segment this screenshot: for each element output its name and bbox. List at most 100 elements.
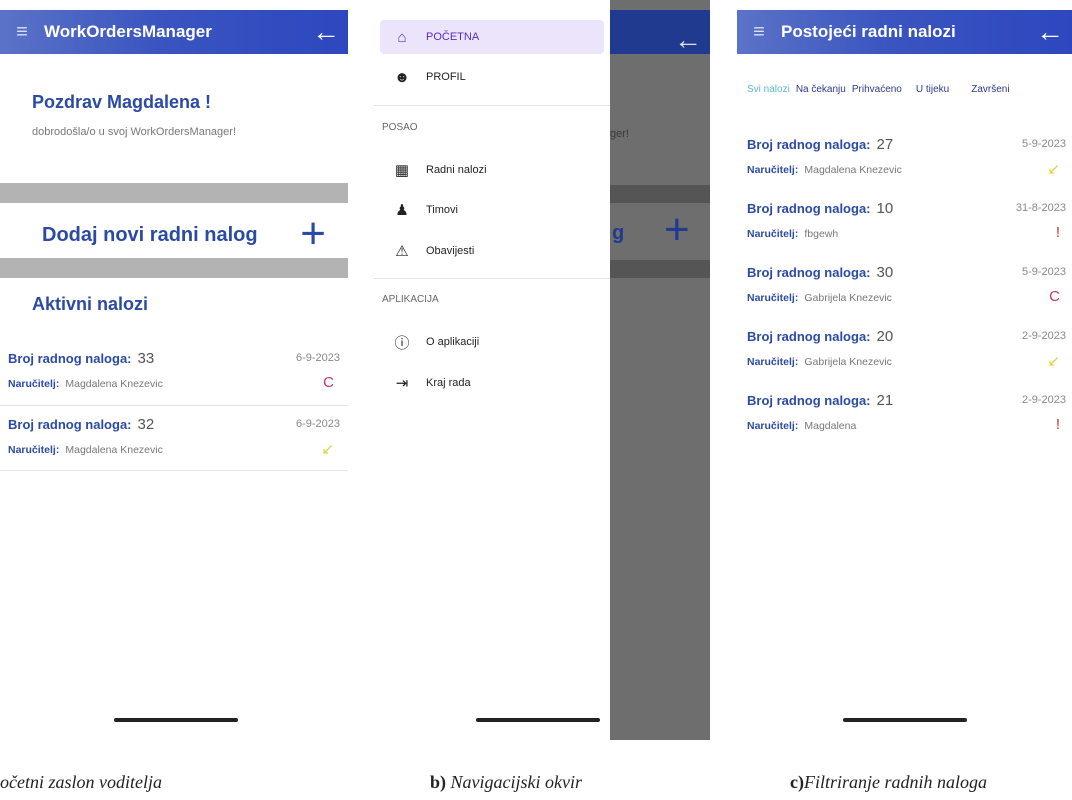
- tab-prihvaceno[interactable]: Prihvaćeno: [852, 84, 902, 95]
- alarm-icon: ⚠: [395, 243, 409, 260]
- order-number: 32: [137, 416, 155, 433]
- menu-icon[interactable]: ≡: [0, 21, 44, 44]
- order-number-label: Broj radnog naloga:: [747, 201, 871, 216]
- client-name: Gabrijela Knezevic: [804, 356, 892, 368]
- account-icon: ☻: [394, 68, 410, 86]
- filter-tabs: Svi nalozi Na čekanju Prihvaćeno U tijek…: [747, 84, 1072, 95]
- in-progress-icon: C: [1049, 288, 1060, 305]
- accepted-arrow-icon: ↙: [321, 441, 334, 458]
- separator-band: [0, 258, 348, 278]
- order-item[interactable]: Broj radnog naloga: 10 Naručitelj: fbgewh …: [747, 192, 1066, 252]
- order-date: 5-9-2023: [1021, 138, 1066, 150]
- screen-order-filter: ≡ Postojeći radni nalozi ← Svi nalozi Na…: [737, 0, 1072, 740]
- order-item[interactable]: Broj radnog naloga: 27 Naručitelj: Magdale…: [747, 128, 1066, 188]
- order-item[interactable]: Broj radnog naloga: 20 Naručitelj: Gabrije…: [747, 320, 1066, 380]
- order-date: 5-9-2023: [1021, 266, 1066, 278]
- order-item[interactable]: Broj radnog naloga: 32 Naručitelj: Magdale…: [8, 408, 340, 468]
- order-number: 30: [876, 264, 894, 281]
- welcome-text: dobrodošla/o u svoj WorkOrdersManager!: [32, 126, 237, 138]
- order-date: 2-9-2023: [1021, 394, 1066, 406]
- order-item[interactable]: Broj radnog naloga: 33 Naručitelj: Magdale…: [8, 342, 340, 402]
- app-bar: ≡ Postojeći radni nalozi ←: [737, 10, 1072, 54]
- nav-item-pocetna[interactable]: ⌂ POČETNA: [380, 20, 604, 54]
- back-arrow-icon[interactable]: ←: [304, 18, 348, 46]
- screen-home: ≡ WorkOrdersManager ← Pozdrav Magdalena …: [0, 0, 348, 740]
- nav-label: O aplikaciji: [426, 336, 480, 348]
- order-item[interactable]: Broj radnog naloga: 30 Naručitelj: Gabrije…: [747, 256, 1066, 316]
- tab-zavrseni[interactable]: Završeni: [971, 84, 1009, 95]
- nav-item-profil[interactable]: ☻ PROFIL: [380, 60, 604, 94]
- client-name: Magdalena: [804, 420, 857, 432]
- greeting: Pozdrav Magdalena !: [32, 92, 212, 112]
- separator-band: [0, 183, 348, 203]
- warning-icon: !: [1055, 224, 1060, 241]
- client-label: Naručitelj:: [747, 420, 799, 432]
- client-label: Naručitelj:: [8, 444, 60, 456]
- nav-label: Timovi: [426, 204, 458, 216]
- dashboard-icon: ▦: [394, 162, 410, 179]
- screen-navigation-drawer: ← ger! g + ⌂ POČETNA ☻ PROFIL POSAO ▦ Ra…: [374, 0, 710, 740]
- caption-c-letter: c): [790, 772, 804, 792]
- order-date: 6-9-2023: [295, 352, 340, 364]
- order-number-label: Broj radnog naloga:: [747, 393, 871, 408]
- nav-label: Kraj rada: [426, 377, 471, 389]
- caption-b: b) Navigacijski okvir: [430, 772, 582, 793]
- nav-item-obavijesti[interactable]: ⚠ Obavijesti: [380, 234, 604, 268]
- background-app-bar: ←: [610, 10, 710, 55]
- divider: [0, 405, 348, 406]
- nav-label: PROFIL: [426, 71, 466, 83]
- menu-icon[interactable]: ≡: [737, 21, 781, 44]
- section-header-aplikacija: APLIKACIJA: [382, 294, 439, 305]
- section-header-posao: POSAO: [382, 122, 418, 133]
- caption-a: očetni zaslon voditelja: [0, 772, 162, 792]
- caption-b-letter: b): [430, 772, 447, 792]
- client-name: Magdalena Knezevic: [65, 444, 163, 456]
- divider: [0, 470, 348, 471]
- order-number-label: Broj radnog naloga:: [747, 329, 871, 344]
- active-orders-title: Aktivni nalozi: [32, 294, 149, 314]
- background-text: g: [612, 222, 625, 244]
- order-number-label: Broj radnog naloga:: [747, 137, 871, 152]
- in-progress-icon: C: [323, 374, 334, 391]
- order-item[interactable]: Broj radnog naloga: 21 Naručitelj: Magdale…: [747, 384, 1066, 444]
- background-add-icon: +: [664, 205, 690, 254]
- client-name: Gabrijela Knezevic: [804, 292, 892, 304]
- caption-b-text: Navigacijski okvir: [446, 772, 582, 792]
- home-indicator[interactable]: [114, 718, 238, 722]
- people-icon: ♟: [395, 202, 409, 219]
- accepted-arrow-icon: ↙: [1047, 161, 1060, 178]
- order-date: 2-9-2023: [1021, 330, 1066, 342]
- home-indicator[interactable]: [843, 718, 967, 722]
- client-label: Naručitelj:: [747, 292, 799, 304]
- background-band: [610, 185, 710, 203]
- nav-divider: [374, 105, 610, 106]
- warning-icon: !: [1055, 416, 1060, 433]
- nav-label: Obavijesti: [426, 245, 475, 257]
- back-arrow-icon[interactable]: ←: [1028, 18, 1072, 46]
- app-title: WorkOrdersManager: [44, 22, 212, 41]
- caption-c: c)Filtriranje radnih naloga: [790, 772, 987, 793]
- home-indicator[interactable]: [476, 718, 600, 722]
- add-icon[interactable]: +: [300, 212, 326, 256]
- client-name: Magdalena Knezevic: [804, 164, 902, 176]
- nav-label: POČETNA: [426, 31, 480, 43]
- app-title: Postojeći radni nalozi: [781, 22, 956, 41]
- tab-u-tijeku[interactable]: U tijeku: [916, 84, 949, 95]
- nav-item-kraj-rada[interactable]: ⇥ Kraj rada: [380, 366, 604, 400]
- info-icon: ⓘ: [394, 334, 410, 352]
- back-arrow-icon: ←: [674, 24, 702, 55]
- nav-item-timovi[interactable]: ♟ Timovi: [380, 193, 604, 227]
- app-bar: ≡ WorkOrdersManager ←: [0, 10, 348, 54]
- nav-item-radni-nalozi[interactable]: ▦ Radni nalozi: [380, 153, 604, 187]
- navigation-drawer: ⌂ POČETNA ☻ PROFIL POSAO ▦ Radni nalozi …: [374, 0, 610, 740]
- dimmed-background[interactable]: [610, 0, 710, 740]
- add-order-label[interactable]: Dodaj novi radni nalog: [42, 224, 258, 247]
- nav-item-o-aplikaciji[interactable]: ⓘ O aplikaciji: [380, 325, 604, 359]
- nav-label: Radni nalozi: [426, 164, 487, 176]
- tab-na-cekanju[interactable]: Na čekanju: [796, 84, 846, 95]
- client-label: Naručitelj:: [747, 356, 799, 368]
- client-name: fbgewh: [804, 228, 839, 240]
- tab-svi-nalozi[interactable]: Svi nalozi: [747, 84, 790, 95]
- order-number: 20: [876, 328, 894, 345]
- order-number: 10: [876, 200, 894, 217]
